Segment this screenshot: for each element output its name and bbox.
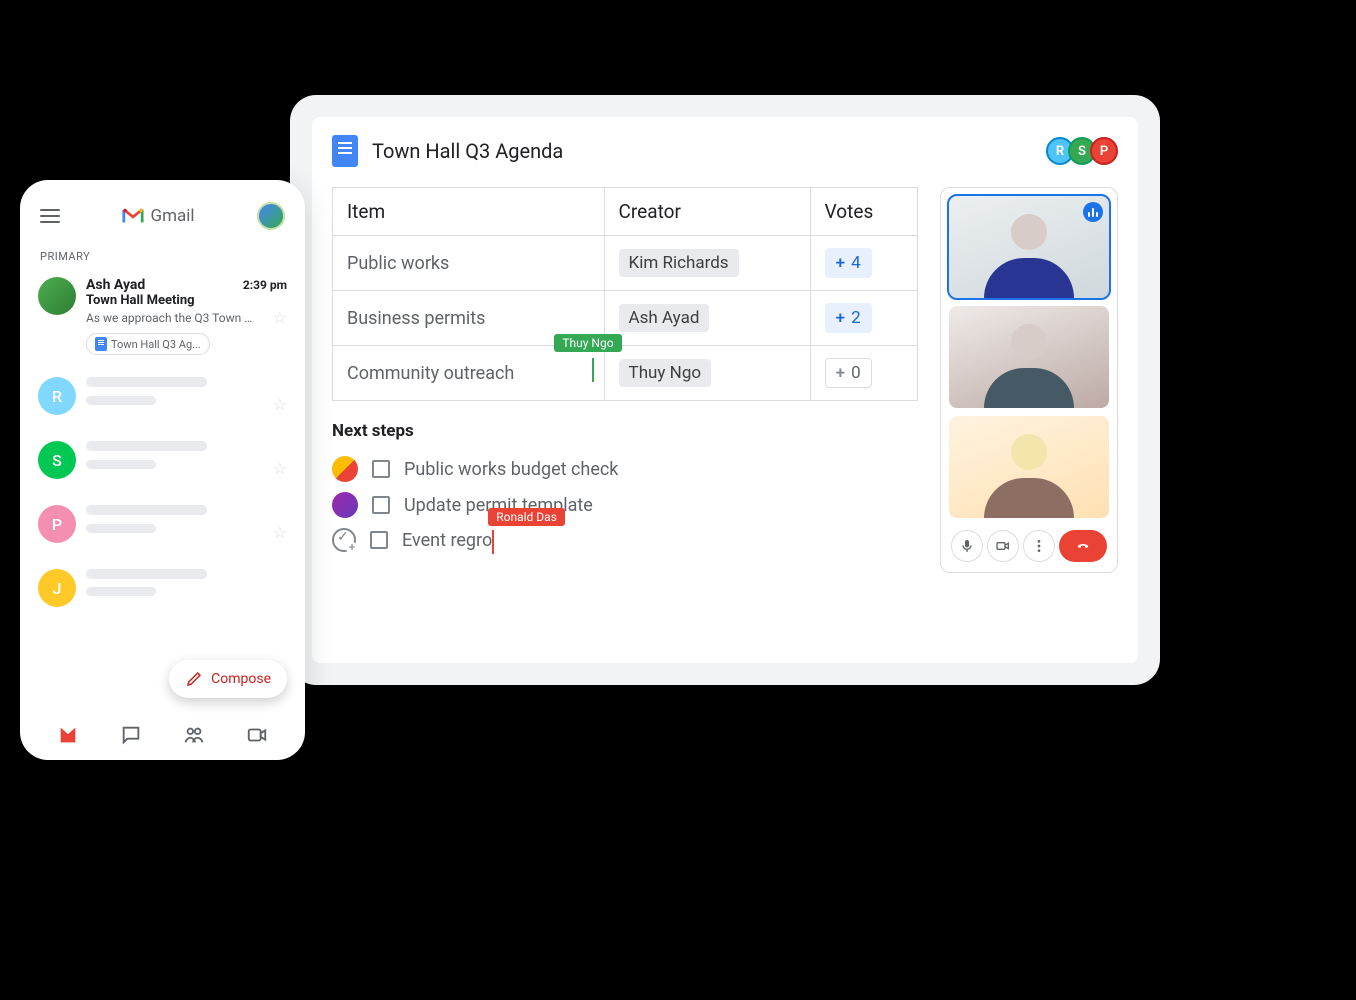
- email-subject: Town Hall Meeting: [86, 293, 287, 308]
- email-list-item[interactable]: J: [36, 561, 289, 625]
- assignee-avatar[interactable]: [332, 492, 358, 518]
- task-text[interactable]: Event regro Ronald Das: [402, 530, 492, 551]
- next-steps-section: Next steps Public works budget check Upd…: [332, 421, 918, 557]
- menu-icon[interactable]: [40, 209, 60, 223]
- creator-chip[interactable]: Thuy Ngo: [619, 359, 712, 387]
- email-preview: As we approach the Q3 Town Ha...: [86, 311, 256, 325]
- item-cell[interactable]: Public works: [333, 236, 605, 291]
- primary-tab-label[interactable]: PRIMARY: [36, 242, 289, 271]
- camera-icon: [995, 538, 1011, 554]
- docs-laptop-mockup: Town Hall Q3 Agenda R S P Item Creator V…: [290, 95, 1160, 685]
- vote-chip[interactable]: +0: [825, 358, 872, 388]
- task-row[interactable]: Public works budget check: [332, 451, 918, 487]
- task-text[interactable]: Public works budget check: [404, 459, 618, 480]
- account-avatar[interactable]: [257, 202, 285, 230]
- attachment-name: Town Hall Q3 Ag...: [111, 338, 201, 351]
- email-list-item[interactable]: S ☆: [36, 433, 289, 497]
- star-icon[interactable]: ☆: [273, 395, 287, 414]
- sender-avatar: J: [38, 569, 76, 607]
- meet-participant-tile[interactable]: [949, 416, 1109, 518]
- table-header-row: Item Creator Votes: [333, 188, 918, 236]
- table-header-item: Item: [333, 188, 605, 236]
- gmail-logo-icon: [122, 207, 144, 225]
- more-vertical-icon: [1031, 538, 1047, 554]
- next-steps-heading: Next steps: [332, 421, 918, 441]
- star-icon[interactable]: ☆: [273, 308, 287, 327]
- doc-title[interactable]: Town Hall Q3 Agenda: [372, 139, 563, 163]
- meet-icon[interactable]: [246, 724, 268, 746]
- email-time: 2:39 pm: [243, 278, 287, 292]
- attachment-chip[interactable]: Town Hall Q3 Ag...: [86, 333, 210, 355]
- creator-chip[interactable]: Ash Ayad: [619, 304, 710, 332]
- table-row[interactable]: Community outreach Thuy Ngo Thuy Ngo +0: [333, 346, 918, 401]
- assignee-avatar[interactable]: [332, 456, 358, 482]
- gmail-brand-text: Gmail: [150, 206, 194, 226]
- camera-button[interactable]: [987, 530, 1019, 562]
- email-list-item[interactable]: P ☆: [36, 497, 289, 561]
- task-checkbox[interactable]: [372, 460, 390, 478]
- compose-label: Compose: [211, 671, 271, 687]
- meet-participant-tile[interactable]: [949, 306, 1109, 408]
- item-cell[interactable]: Community outreach Thuy Ngo: [333, 346, 605, 401]
- sender-avatar: S: [38, 441, 76, 479]
- plus-icon: +: [836, 308, 845, 328]
- mail-icon[interactable]: [57, 724, 79, 746]
- chat-icon[interactable]: [120, 724, 142, 746]
- docs-app-icon[interactable]: [332, 135, 358, 167]
- plus-icon: +: [836, 253, 845, 273]
- table-header-votes: Votes: [810, 188, 917, 236]
- sender-avatar: R: [38, 377, 76, 415]
- mic-icon: [959, 538, 975, 554]
- star-icon[interactable]: ☆: [273, 523, 287, 542]
- vote-chip[interactable]: +2: [825, 303, 872, 333]
- hangup-button[interactable]: [1059, 530, 1107, 562]
- email-list-item[interactable]: Ash Ayad 2:39 pm Town Hall Meeting As we…: [36, 271, 289, 369]
- agenda-table: Item Creator Votes Public works Kim Rich…: [332, 187, 918, 401]
- gmail-header: Gmail: [36, 202, 289, 242]
- sender-avatar: [38, 277, 76, 315]
- meet-controls: [949, 526, 1109, 564]
- email-sender: Ash Ayad: [86, 277, 145, 293]
- star-icon[interactable]: ☆: [273, 459, 287, 478]
- cursor-tag: Ronald Das: [488, 508, 565, 526]
- task-checkbox[interactable]: [372, 496, 390, 514]
- doc-content[interactable]: Item Creator Votes Public works Kim Rich…: [332, 187, 918, 573]
- table-header-creator: Creator: [604, 188, 810, 236]
- task-row[interactable]: Update permit template: [332, 487, 918, 523]
- mic-button[interactable]: [951, 530, 983, 562]
- task-row[interactable]: Event regro Ronald Das: [332, 523, 918, 557]
- collab-cursor: [592, 358, 594, 382]
- table-row[interactable]: Public works Kim Richards +4: [333, 236, 918, 291]
- collab-cursor: [492, 530, 494, 554]
- meet-side-panel: [940, 187, 1118, 573]
- phone-hangup-icon: [1073, 538, 1093, 554]
- collaborator-avatar[interactable]: P: [1090, 137, 1118, 165]
- doc-header: Town Hall Q3 Agenda R S P: [332, 135, 1118, 167]
- task-checkbox[interactable]: [370, 531, 388, 549]
- bottom-nav: [36, 724, 289, 746]
- meet-participant-tile[interactable]: [949, 196, 1109, 298]
- plus-icon: +: [836, 363, 845, 383]
- more-options-button[interactable]: [1023, 530, 1055, 562]
- sender-avatar: P: [38, 505, 76, 543]
- email-list-item[interactable]: R ☆: [36, 369, 289, 433]
- pencil-icon: [185, 670, 203, 688]
- speaking-indicator-icon: [1083, 202, 1103, 222]
- collaborator-avatars[interactable]: R S P: [1052, 137, 1118, 165]
- compose-button[interactable]: Compose: [169, 660, 287, 698]
- vote-chip[interactable]: +4: [825, 248, 872, 278]
- gmail-brand: Gmail: [122, 206, 194, 226]
- docs-app-window: Town Hall Q3 Agenda R S P Item Creator V…: [312, 117, 1138, 663]
- gmail-phone-mockup: Gmail PRIMARY Ash Ayad 2:39 pm Town Hall…: [20, 180, 305, 760]
- table-row[interactable]: Business permits Ash Ayad +2: [333, 291, 918, 346]
- creator-chip[interactable]: Kim Richards: [619, 249, 739, 277]
- spaces-icon[interactable]: [183, 724, 205, 746]
- assign-icon[interactable]: [332, 528, 356, 552]
- docs-icon: [95, 337, 107, 351]
